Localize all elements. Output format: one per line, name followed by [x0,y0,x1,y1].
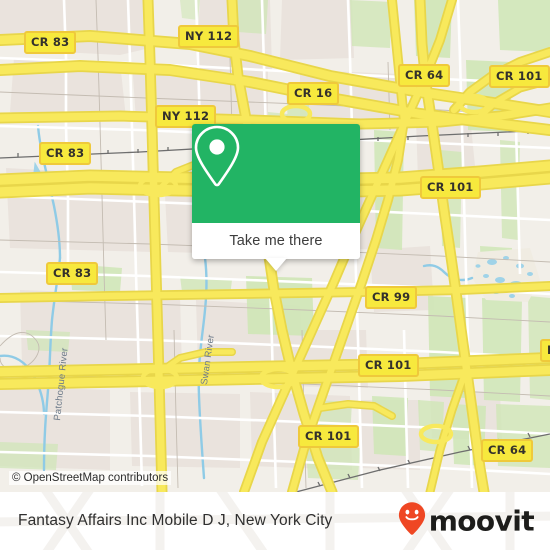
shield-ny-edge[interactable]: N [540,339,550,362]
shield-cr-101-topright[interactable]: CR 101 [489,65,550,88]
card-pointer-tail [265,258,287,271]
card-marker-area [192,124,360,223]
card-action-area[interactable]: Take me there [192,223,360,259]
map-canvas[interactable]: CR 83 NY 112 CR 16 CR 64 CR 101 NY 112 C… [0,0,550,492]
take-me-there-card[interactable]: Take me there [192,124,360,271]
shield-cr-101-right[interactable]: CR 101 [420,176,481,199]
shield-cr-64-top[interactable]: CR 64 [398,64,451,87]
shield-cr-83-mid[interactable]: CR 83 [39,142,92,165]
shield-cr-101-mid[interactable]: CR 101 [358,354,419,377]
moovit-smiley-pin-icon [398,502,426,541]
shield-cr-83-lower[interactable]: CR 83 [46,262,99,285]
shield-cr-101-bottom[interactable]: CR 101 [298,425,359,448]
osm-attribution[interactable]: © OpenStreetMap contributors [9,471,172,485]
take-me-there-label: Take me there [229,233,323,249]
moovit-logo[interactable]: moovit [398,502,535,541]
shield-cr-99[interactable]: CR 99 [365,286,418,309]
map-screenshot: CR 83 NY 112 CR 16 CR 64 CR 101 NY 112 C… [0,0,550,550]
footer-bar: Fantasy Affairs Inc Mobile D J, New York… [0,492,550,550]
shield-cr-64-bottom[interactable]: CR 64 [481,439,534,462]
shield-cr-83-top[interactable]: CR 83 [24,31,77,54]
moovit-wordmark: moovit [428,504,535,537]
shield-cr-16[interactable]: CR 16 [287,82,340,105]
place-title: Fantasy Affairs Inc Mobile D J, New York… [18,512,333,529]
shield-ny-112-top[interactable]: NY 112 [178,25,240,48]
